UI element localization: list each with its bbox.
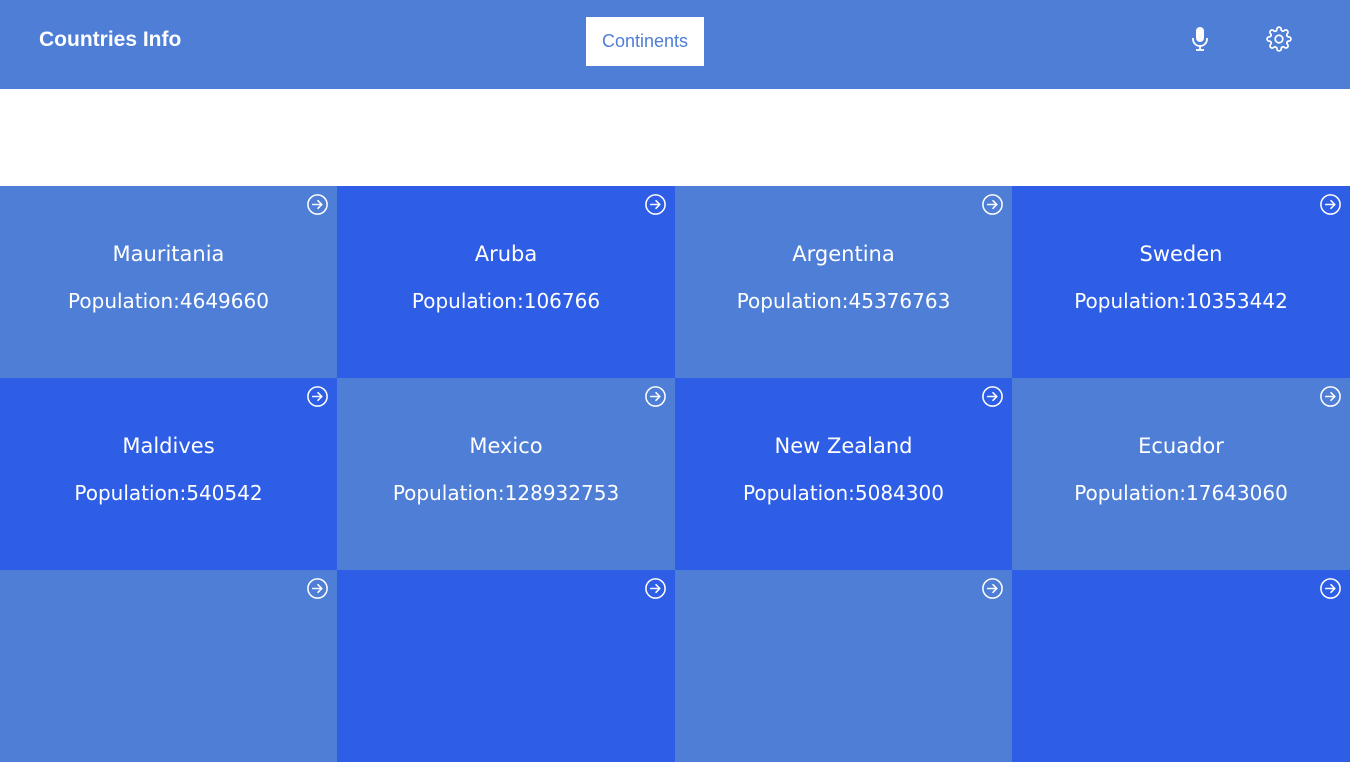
gear-icon[interactable] bbox=[1265, 25, 1293, 53]
arrow-right-circle-icon[interactable] bbox=[1319, 385, 1342, 408]
country-population: Population:17643060 bbox=[1074, 481, 1288, 505]
microphone-icon[interactable] bbox=[1187, 25, 1213, 53]
arrow-right-circle-icon[interactable] bbox=[1319, 577, 1342, 600]
country-card[interactable]: Ecuador Population:17643060 bbox=[1012, 378, 1350, 570]
country-card[interactable] bbox=[0, 570, 337, 762]
country-card[interactable] bbox=[337, 570, 675, 762]
country-name: Maldives bbox=[122, 434, 215, 458]
app-header: Countries Info Continents bbox=[0, 0, 1350, 89]
content-spacer bbox=[0, 89, 1350, 186]
arrow-right-circle-icon[interactable] bbox=[1319, 193, 1342, 216]
country-card[interactable]: New Zealand Population:5084300 bbox=[675, 378, 1012, 570]
country-name: Argentina bbox=[792, 242, 895, 266]
country-population: Population:128932753 bbox=[392, 481, 620, 505]
country-name: Mexico bbox=[469, 434, 543, 458]
country-name: Aruba bbox=[474, 242, 538, 266]
country-name: Ecuador bbox=[1138, 434, 1224, 458]
country-card[interactable]: Argentina Population:45376763 bbox=[675, 186, 1012, 378]
country-population: Population:10353442 bbox=[1074, 289, 1288, 313]
country-grid: Mauritania Population:4649660 Aruba Popu… bbox=[0, 186, 1350, 762]
country-population: Population:45376763 bbox=[736, 289, 951, 313]
country-card[interactable]: Aruba Population:106766 bbox=[337, 186, 675, 378]
country-name: Sweden bbox=[1139, 242, 1223, 266]
arrow-right-circle-icon[interactable] bbox=[981, 385, 1004, 408]
country-card[interactable]: Sweden Population:10353442 bbox=[1012, 186, 1350, 378]
arrow-right-circle-icon[interactable] bbox=[644, 385, 667, 408]
country-card[interactable] bbox=[1012, 570, 1350, 762]
country-card[interactable]: Maldives Population:540542 bbox=[0, 378, 337, 570]
arrow-right-circle-icon[interactable] bbox=[306, 193, 329, 216]
country-population: Population:5084300 bbox=[743, 481, 944, 505]
country-population: Population:106766 bbox=[411, 289, 601, 313]
arrow-right-circle-icon[interactable] bbox=[981, 577, 1004, 600]
arrow-right-circle-icon[interactable] bbox=[644, 577, 667, 600]
country-card[interactable] bbox=[675, 570, 1012, 762]
country-card[interactable]: Mauritania Population:4649660 bbox=[0, 186, 337, 378]
arrow-right-circle-icon[interactable] bbox=[306, 577, 329, 600]
arrow-right-circle-icon[interactable] bbox=[644, 193, 667, 216]
country-population: Population:540542 bbox=[74, 481, 263, 505]
app-title: Countries Info bbox=[39, 28, 182, 51]
arrow-right-circle-icon[interactable] bbox=[306, 385, 329, 408]
country-card[interactable]: Mexico Population:128932753 bbox=[337, 378, 675, 570]
country-population: Population:4649660 bbox=[68, 289, 269, 313]
arrow-right-circle-icon[interactable] bbox=[981, 193, 1004, 216]
continents-button[interactable]: Continents bbox=[586, 17, 704, 66]
country-name: Mauritania bbox=[112, 242, 225, 266]
country-name: New Zealand bbox=[774, 434, 913, 458]
